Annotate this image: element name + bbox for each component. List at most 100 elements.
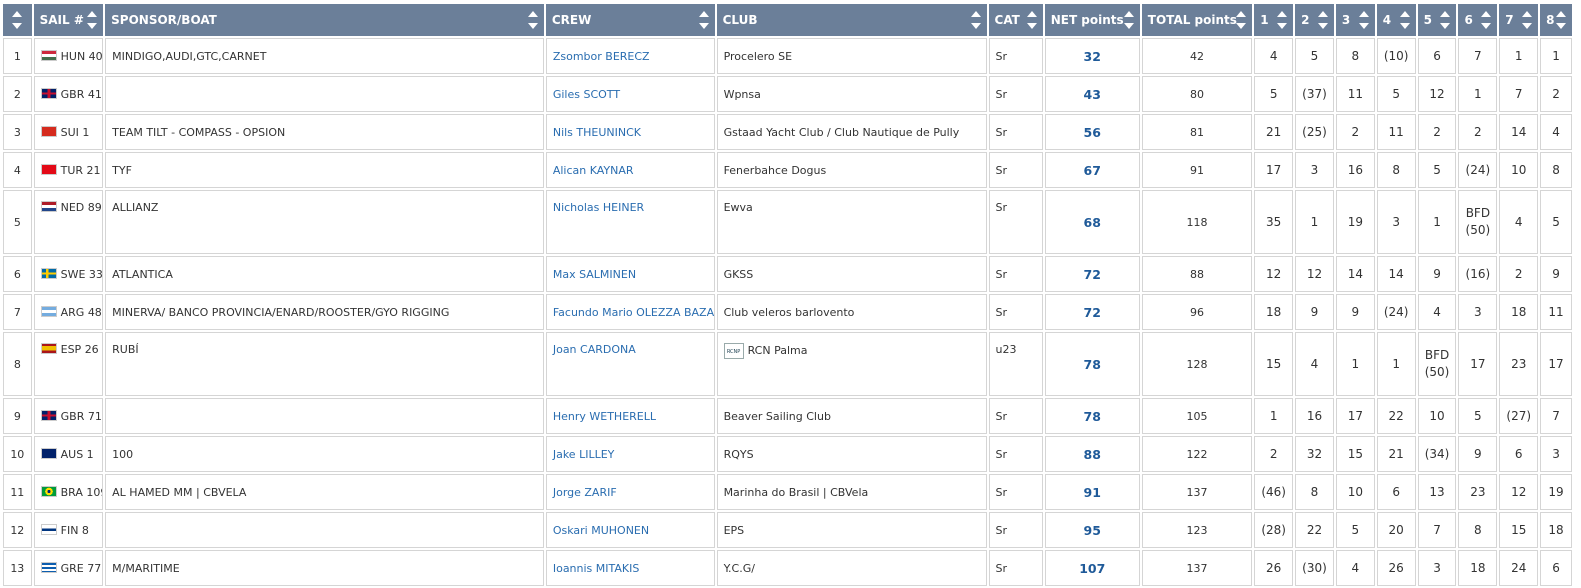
club-name: Y.C.G/ (723, 561, 755, 575)
race-6-score: 9 (1458, 436, 1498, 472)
table-row[interactable]: 12 FIN 8 Oskari MUHONEN EPS Sr 95 123 (28) 22 5 20… (3, 512, 1572, 548)
cat-header[interactable]: CAT (988, 4, 1043, 36)
crew-link[interactable]: Max SALMINEN (545, 256, 715, 292)
net-points: 72 (1044, 294, 1140, 330)
race-7-score: 6 (1499, 436, 1539, 472)
crew-link[interactable]: Henry WETHERELL (545, 398, 715, 434)
race-3-header[interactable]: 3 (1335, 4, 1375, 36)
race-5-score: 6 (1417, 38, 1457, 74)
table-row[interactable]: 1 HUN 40 MINDIGO,AUDI,GTC,CARNET Zsombor BE… (3, 38, 1572, 74)
sponsor-header[interactable]: SPONSOR/BOAT (105, 4, 544, 36)
sort-icon (87, 11, 98, 29)
cat-cell: Sr (988, 474, 1043, 510)
sail-cell: ARG 48 (33, 294, 104, 330)
table-row[interactable]: 3 SUI 1 TEAM TILT - COMPASS - OPSION Nils T… (3, 114, 1572, 150)
race-6-header[interactable]: 6 (1458, 4, 1498, 36)
table-row[interactable]: 9 GBR 71 Henry WETHERELL Beaver Sailing Clu… (3, 398, 1572, 434)
sail-header[interactable]: SAIL # (33, 4, 104, 36)
sort-icon (1358, 11, 1369, 29)
crew-link[interactable]: Nils THEUNINCK (545, 114, 715, 150)
cat-cell: Sr (988, 152, 1043, 188)
crew-link[interactable]: Facundo Mario OLEZZA BAZAN (545, 294, 715, 330)
race-6-score: 17 (1458, 332, 1498, 396)
table-row[interactable]: 5 NED 89 ALLIANZ Nicholas HEINER Ewva Sr 68 118… (3, 190, 1572, 254)
table-row[interactable]: 7 ARG 48 MINERVA/ BANCO PROVINCIA/ENARD/RO… (3, 294, 1572, 330)
crew-link[interactable]: Jake LILLEY (545, 436, 715, 472)
race-2-score: 3 (1295, 152, 1334, 188)
race-5-score: 3 (1417, 550, 1457, 586)
net-points: 91 (1044, 474, 1140, 510)
total-points: 81 (1141, 114, 1253, 150)
race-6-score: 23 (1458, 474, 1498, 510)
race-7-score: 15 (1499, 512, 1539, 548)
race-8-score: 9 (1540, 256, 1572, 292)
flag-tur-icon (40, 163, 57, 175)
race-4-score: 22 (1376, 398, 1416, 434)
crew-link[interactable]: Zsombor BERECZ (545, 38, 715, 74)
rank-header[interactable] (3, 4, 32, 36)
crew-link[interactable]: Nicholas HEINER (545, 190, 715, 254)
club-cell: RCNP RCN Palma (716, 332, 987, 396)
race-8-score: 1 (1540, 38, 1572, 74)
crew-link[interactable]: Joan CARDONA (545, 332, 715, 396)
race-2-score: (37) (1295, 76, 1334, 112)
club-header[interactable]: CLUB (716, 4, 987, 36)
net-header[interactable]: NET points (1044, 4, 1140, 36)
crew-link[interactable]: Ioannis MITAKIS (545, 550, 715, 586)
sort-icon (1236, 11, 1247, 29)
rank-cell: 7 (3, 294, 32, 330)
club-name: RQYS (723, 447, 754, 461)
club-cell: Marinha do Brasil | CBVela (716, 474, 987, 510)
race-1-header[interactable]: 1 (1254, 4, 1294, 36)
race-2-score: 22 (1295, 512, 1334, 548)
table-row[interactable]: 4 TUR 21 TYF Alican KAYNAR Fenerbahce Dogus S… (3, 152, 1572, 188)
total-points: 96 (1141, 294, 1253, 330)
race-6-score: BFD (50) (1458, 190, 1498, 254)
club-cell: Beaver Sailing Club (716, 398, 987, 434)
race-5-header[interactable]: 5 (1417, 4, 1457, 36)
race-4-score: 6 (1376, 474, 1416, 510)
net-points: 32 (1044, 38, 1140, 74)
race-8-header[interactable]: 8 (1540, 4, 1572, 36)
race-8-score: 2 (1540, 76, 1572, 112)
sail-number: HUN 40 (60, 49, 103, 63)
flag-bra-icon (40, 485, 57, 497)
rank-cell: 11 (3, 474, 32, 510)
race-3-score: 10 (1335, 474, 1375, 510)
table-row[interactable]: 10 AUS 1 100 Jake LILLEY RQYS Sr 88 122 2 32 15 21(… (3, 436, 1572, 472)
race-7-score: (27) (1499, 398, 1539, 434)
sail-cell: ESP 26 (33, 332, 104, 396)
race-3-score: 8 (1335, 38, 1375, 74)
sponsor-cell (105, 398, 544, 434)
race-6-score: 18 (1458, 550, 1498, 586)
sponsor-cell: TYF (105, 152, 544, 188)
race-2-header[interactable]: 2 (1295, 4, 1334, 36)
total-points: 42 (1141, 38, 1253, 74)
table-row[interactable]: 8 ESP 26 RUBÍ Joan CARDONA RCNP RCN Palma u23 7… (3, 332, 1572, 396)
race-8-score: 11 (1540, 294, 1572, 330)
table-row[interactable]: 13 GRE 77 M/MARITIME Ioannis MITAKIS Y.C.G/S… (3, 550, 1572, 586)
sponsor-cell: ALLIANZ (105, 190, 544, 254)
sail-number: SWE 33 (60, 267, 103, 281)
total-header[interactable]: TOTAL points (1141, 4, 1253, 36)
table-row[interactable]: 6 SWE 33 ATLANTICA Max SALMINEN GKSS Sr 72 88 12… (3, 256, 1572, 292)
table-row[interactable]: 2 GBR 41 Giles SCOTT Wpnsa Sr 43 80 5 (37) 11 5 12 1… (3, 76, 1572, 112)
club-name: RCN Palma (747, 344, 808, 357)
crew-link[interactable]: Alican KAYNAR (545, 152, 715, 188)
club-cell: Ewva (716, 190, 987, 254)
crew-link[interactable]: Giles SCOTT (545, 76, 715, 112)
crew-link[interactable]: Oskari MUHONEN (545, 512, 715, 548)
sort-icon (1277, 11, 1288, 29)
crew-header[interactable]: CREW (545, 4, 715, 36)
race-1-score: 12 (1254, 256, 1294, 292)
cat-cell: Sr (988, 76, 1043, 112)
table-row[interactable]: 11 BRA 109 AL HAMED MM | CBVELA Jorge ZARIF… (3, 474, 1572, 510)
crew-link[interactable]: Jorge ZARIF (545, 474, 715, 510)
sail-number: GRE 77 (60, 561, 102, 575)
sponsor-cell: M/MARITIME (105, 550, 544, 586)
rank-cell: 10 (3, 436, 32, 472)
rank-cell: 4 (3, 152, 32, 188)
race-7-header[interactable]: 7 (1499, 4, 1539, 36)
club-name: Beaver Sailing Club (723, 409, 831, 423)
race-4-header[interactable]: 4 (1376, 4, 1416, 36)
